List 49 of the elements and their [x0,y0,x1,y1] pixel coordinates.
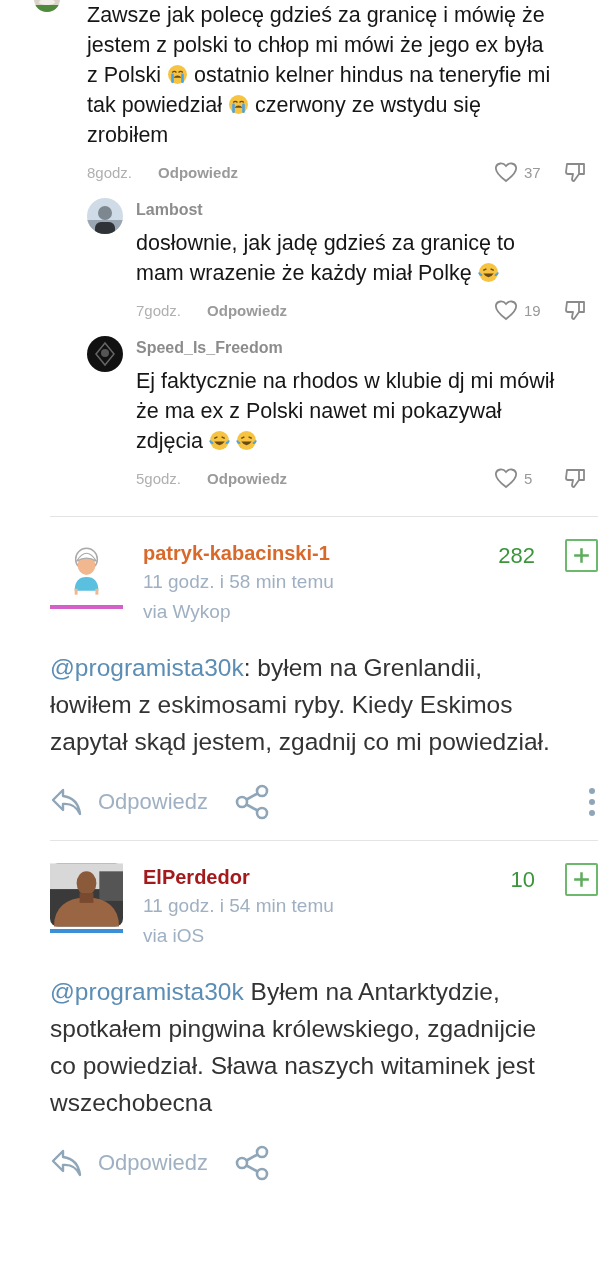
reply-button[interactable]: Odpowiedz [207,469,288,487]
heart-icon[interactable] [494,299,518,321]
heart-icon[interactable] [494,467,518,489]
comment-text: Ej faktycznie na rhodos w klubie dj mi mówił że ma ex z Polski nawet mi pokazywał zdjęcia [136,368,556,455]
laughing-face-icon [208,430,230,451]
reply-button[interactable]: Odpowiedz [98,1150,209,1176]
comment-text: Zawsze jak polecę gdzieś za granicę i mówię że jestem z polski to chłop mi mówi że jego ex była z Polski ostatnio kelner hindus na teneryfie mi tak powiedział czerwony ze wstydu się zrobiłem [87,2,552,149]
laughing-face-icon [477,262,499,283]
plus-button[interactable] [565,863,598,896]
crying-face-icon [167,64,189,85]
plus-button[interactable] [565,539,598,572]
reply-icon[interactable] [50,1148,84,1178]
like-count: 37 [524,163,542,181]
thumbs-down-icon[interactable] [564,466,588,490]
plus-icon [571,545,592,566]
username[interactable]: ElPerdedor [143,863,511,891]
thumbs-down-icon[interactable] [564,298,588,322]
reply-icon[interactable] [50,787,84,817]
avatar-icon [87,336,123,372]
like-count: 5 [524,469,534,487]
reply-button[interactable]: Odpowiedz [158,163,239,181]
mention-link[interactable]: @programista30k [50,654,244,681]
post-source: via Wykop [143,600,232,624]
reply-button[interactable]: Odpowiedz [98,789,209,815]
reply-button[interactable]: Odpowiedz [207,301,288,319]
crying-face-icon [228,94,250,115]
plus-icon [571,869,592,890]
post-text: @programista30k: byłem na Grenlandii, łowiłem z eskimosami ryby. Kiedy Eskimos zapytał skąd jestem, zgadnij co mi powiedział. [50,653,551,757]
more-icon[interactable] [588,787,596,817]
mention-link[interactable]: @programista30k [50,978,244,1005]
comment-time: 8godz. [87,163,133,181]
post-time: 11 godz. i 54 min temu [143,894,335,918]
username[interactable]: Lambost [136,200,590,220]
username[interactable]: patryk-kabacinski-1 [143,539,499,567]
vote-count: 10 [510,867,535,893]
post-text: @programista30k Byłem na Antarktydzie, spotkałem pingwina królewskiego, zgadnijcie co powiedział. Sława naszych witaminek jest wszechobecna [50,977,538,1118]
vote-count: 282 [498,543,535,569]
comment-time: 7godz. [136,301,182,319]
share-icon[interactable] [234,784,271,820]
post-time: 11 godz. i 58 min temu [143,570,335,594]
thumbs-down-icon[interactable] [564,160,588,184]
post-source: via iOS [143,924,206,948]
comment-time: 5godz. [136,469,182,487]
like-count: 19 [524,301,542,319]
username[interactable]: Speed_Is_Freedom [136,338,590,358]
comment-text: dosłownie, jak jadę gdzieś za granicę to mam wrazenie że każdy miał Polkę [136,230,516,287]
laughing-face-icon [235,430,257,451]
heart-icon[interactable] [494,161,518,183]
share-icon[interactable] [234,1145,271,1181]
